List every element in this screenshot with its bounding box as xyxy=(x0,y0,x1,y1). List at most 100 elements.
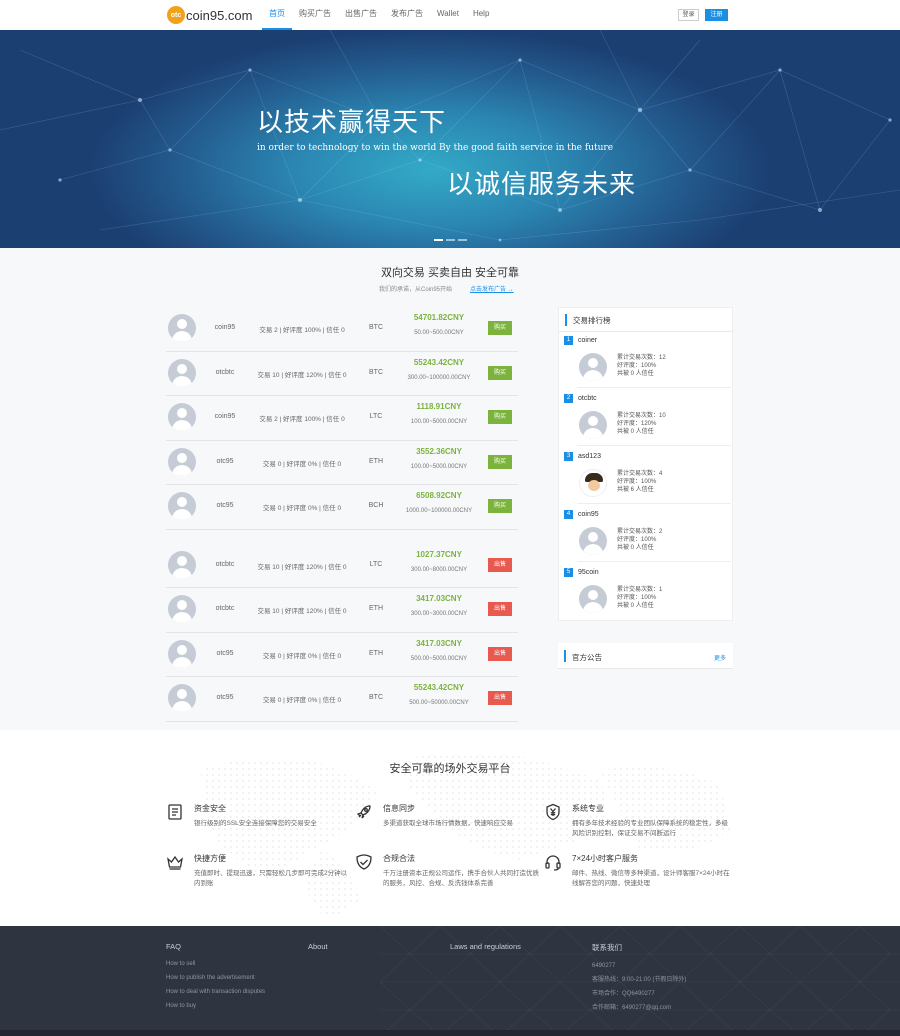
buy-button[interactable]: 购买 xyxy=(488,365,512,380)
rank-trade-count: 累计交易次数：4 xyxy=(617,471,663,477)
menu-item-home[interactable]: 首页 xyxy=(262,0,292,30)
footer-link[interactable]: How to publish the advertisement xyxy=(166,971,265,985)
rank-number: 2 xyxy=(564,394,573,403)
seller-stats: 交易 0 | 好评度 0% | 信任 0 xyxy=(262,505,342,512)
menu-item-help[interactable]: Help xyxy=(466,0,496,30)
divider xyxy=(577,561,731,562)
user-avatar[interactable] xyxy=(168,358,196,387)
announcement-more-link[interactable]: 更多 xyxy=(714,653,726,662)
seller-name[interactable]: otc95 xyxy=(204,502,246,509)
feature-title: 系统专业 xyxy=(572,804,604,813)
menu-item-wallet[interactable]: Wallet xyxy=(430,0,466,30)
coin-logo-icon: otc xyxy=(167,6,185,24)
shield-check-icon xyxy=(355,853,373,871)
buy-button[interactable]: 购买 xyxy=(488,410,512,424)
crown-icon xyxy=(166,853,184,871)
rank-rating: 好评度：100% xyxy=(617,537,657,543)
ad-price: 3417.03CNY xyxy=(416,594,462,603)
buy-button[interactable]: 购买 xyxy=(488,321,512,335)
ad-price: 3417.03CNY xyxy=(416,638,462,648)
feature-title: 信息同步 xyxy=(383,804,415,813)
rank-user-stats: 累计交易次数：10 好评度：120% 共被 0 人信任 xyxy=(617,412,666,436)
feature-title: 7×24小时客户服务 xyxy=(572,854,639,863)
trade-section-title: 双向交易 买卖自由 安全可靠 xyxy=(380,267,520,279)
coin-type: ETH xyxy=(369,457,383,465)
user-avatar[interactable] xyxy=(168,595,196,623)
footer-about-title[interactable]: About xyxy=(308,942,328,951)
rank-user-name[interactable]: asd123 xyxy=(578,453,601,460)
rank-user-name[interactable]: 95coin xyxy=(578,569,599,576)
feature-description: 邮件、热线、微信等多种渠道，设计师客服7×24小时在线解答您的问题，快速处理 xyxy=(572,870,730,887)
menu-item-post-ad[interactable]: 发布广告 xyxy=(384,0,430,30)
buy-ad-row: otcbtc 交易 10 | 好评度 120% | 信任 0 BTC 55243… xyxy=(166,352,518,396)
coin-type: BTC xyxy=(369,324,383,331)
ad-price: 1118.91CNY xyxy=(416,402,462,411)
coin-type: BCH xyxy=(368,502,384,509)
user-avatar[interactable] xyxy=(168,684,196,712)
rank-trade-count: 累计交易次数：1 xyxy=(617,587,663,593)
menu-item-sell-ads[interactable]: 出售广告 xyxy=(338,0,384,30)
buy-button[interactable]: 购买 xyxy=(488,454,512,469)
ad-limit-range: 500.00~5000.00CNY xyxy=(410,655,468,662)
seller-name[interactable]: coin95 xyxy=(204,413,246,420)
seller-stats: 交易 0 | 好评度 0% | 信任 0 xyxy=(262,460,342,468)
footer-link[interactable]: How to sell xyxy=(166,957,265,971)
sell-button[interactable]: 出售 xyxy=(488,557,512,572)
footer-laws-title[interactable]: Laws and regulations xyxy=(450,942,521,951)
sell-button[interactable]: 出售 xyxy=(488,602,512,616)
footer-link[interactable]: How to buy xyxy=(166,999,265,1013)
rank-user-avatar[interactable] xyxy=(579,469,607,497)
rank-number: 3 xyxy=(564,452,573,461)
rank-user-avatar[interactable] xyxy=(579,411,607,439)
footer-bottom-bar xyxy=(0,1030,900,1036)
user-avatar[interactable] xyxy=(168,639,196,668)
rank-user-stats: 累计交易次数：1 好评度：100% 共被 0 人信任 xyxy=(617,586,662,610)
sell-button[interactable]: 出售 xyxy=(488,646,512,661)
rank-user-name[interactable]: coin95 xyxy=(578,511,599,518)
carousel-dot[interactable] xyxy=(434,239,443,241)
footer-laws-column: Laws and regulations xyxy=(450,942,521,957)
buyer-name[interactable]: otc95 xyxy=(204,650,246,657)
ad-price: 6508.92CNY xyxy=(416,491,462,500)
footer-faq-column: FAQ How to sell How to publish the adver… xyxy=(166,942,265,1013)
login-button[interactable]: 登录 xyxy=(678,9,699,21)
buyer-name[interactable]: otcbtc xyxy=(204,605,246,612)
banner-title-secondary: 以诚信服务未来 xyxy=(447,170,637,200)
user-avatar[interactable] xyxy=(168,314,196,342)
rank-rating: 好评度：120% xyxy=(617,421,657,427)
site-logo[interactable]: otc coin95.com xyxy=(167,5,252,25)
user-avatar[interactable] xyxy=(168,403,196,431)
carousel-dot[interactable] xyxy=(446,239,455,241)
feature-title: 快捷方便 xyxy=(194,854,226,863)
contact-line: 合作邮箱：6490277@qq.com xyxy=(592,1005,672,1011)
buyer-name[interactable]: otcbtc xyxy=(204,561,246,568)
rank-user-name[interactable]: coiner xyxy=(578,337,597,344)
feature-description: 千万注册资本正规公司运作，携手合伙人共同打造优质的服务，风控、合规、反洗钱体系完… xyxy=(383,870,539,887)
rank-user-stats: 累计交易次数：2 好评度：100% 共被 0 人信任 xyxy=(617,528,662,552)
ranking-title: 交易排行榜 xyxy=(573,316,611,325)
sell-ad-row: otc95 交易 0 | 好评度 0% | 信任 0 ETH 3417.03CN… xyxy=(166,633,518,677)
rank-user-stats: 累计交易次数：12 好评度：100% 共被 0 人信任 xyxy=(617,354,666,378)
ranking-header: 交易排行榜 xyxy=(559,308,732,332)
rank-user-avatar[interactable] xyxy=(579,527,607,555)
user-avatar[interactable] xyxy=(168,550,196,579)
banner-title-primary: 以技术赢得天下 xyxy=(257,108,447,138)
post-ad-link[interactable]: 点击发布广告 → xyxy=(470,284,514,293)
seller-name[interactable]: otc95 xyxy=(204,458,246,465)
buy-button[interactable]: 购买 xyxy=(488,499,512,513)
footer-link[interactable]: How to deal with transaction disputes xyxy=(166,985,265,999)
seller-name[interactable]: otcbtc xyxy=(204,369,246,376)
sell-button[interactable]: 出售 xyxy=(488,691,512,705)
rank-user-avatar[interactable] xyxy=(579,353,607,381)
buyer-name[interactable]: otc95 xyxy=(204,694,246,701)
register-button[interactable]: 注册 xyxy=(705,9,728,21)
user-avatar[interactable] xyxy=(168,447,196,476)
menu-item-buy-ads[interactable]: 购买广告 xyxy=(292,0,338,30)
carousel-indicators xyxy=(434,239,467,241)
rank-user-name[interactable]: otcbtc xyxy=(578,395,597,402)
coin-type: LTC xyxy=(369,560,383,568)
user-avatar[interactable] xyxy=(168,492,196,520)
seller-name[interactable]: coin95 xyxy=(204,324,246,331)
carousel-dot[interactable] xyxy=(458,239,467,241)
rank-user-avatar[interactable] xyxy=(579,585,607,613)
